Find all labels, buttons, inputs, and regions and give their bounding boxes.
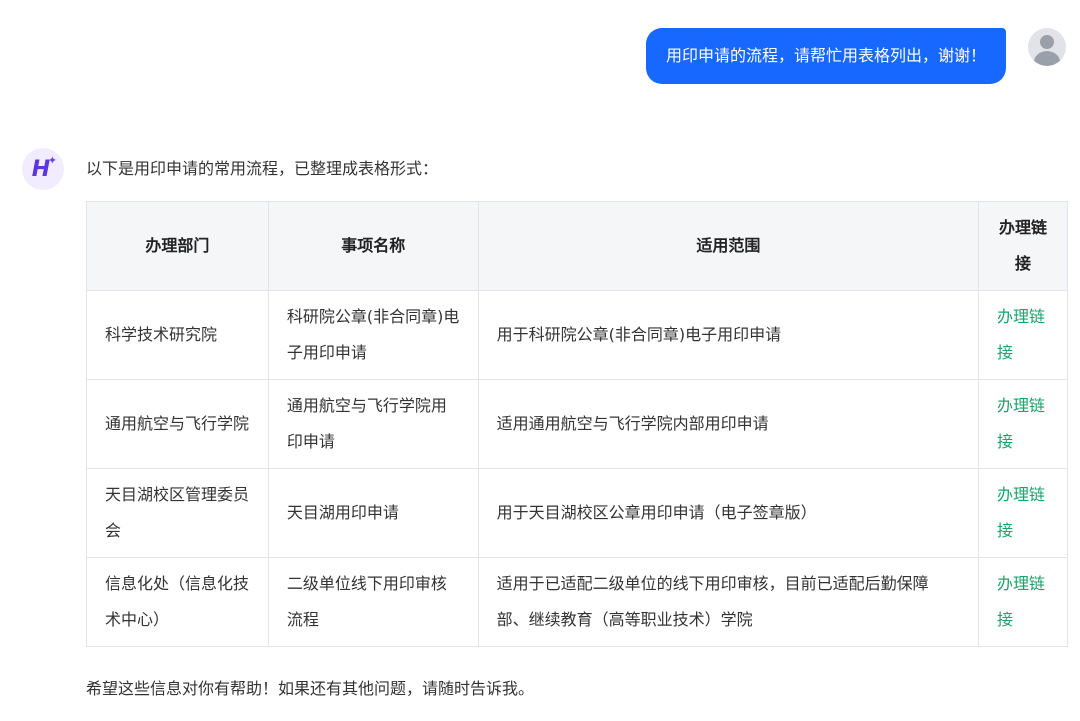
- table-row: 信息化处（信息化技术中心） 二级单位线下用印审核流程 适用于已适配二级单位的线下…: [86, 557, 1068, 647]
- assistant-closing-text: 希望这些信息对你有帮助！如果还有其他问题，请随时告诉我。: [86, 679, 535, 698]
- handle-link[interactable]: 办理链接: [997, 485, 1045, 540]
- cell-item-name: 通用航空与飞行学院用印申请: [267, 379, 479, 469]
- cell-link: 办理链接: [978, 379, 1068, 469]
- cell-link: 办理链接: [978, 468, 1068, 558]
- procedure-table: 办理部门 事项名称 适用范围 办理链接 科学技术研究院 科研院公章(非合同章)电…: [86, 201, 1068, 647]
- handle-link[interactable]: 办理链接: [997, 574, 1045, 629]
- table-row: 天目湖校区管理委员会 天目湖用印申请 用于天目湖校区公章用印申请（电子签章版） …: [86, 468, 1068, 558]
- handle-link[interactable]: 办理链接: [997, 396, 1045, 451]
- table-row: 通用航空与飞行学院 通用航空与飞行学院用印申请 适用通用航空与飞行学院内部用印申…: [86, 379, 1068, 469]
- user-message-bubble: 用印申请的流程，请帮忙用表格列出，谢谢！: [645, 28, 1006, 84]
- header-scope: 适用范围: [477, 201, 980, 291]
- cell-link: 办理链接: [978, 557, 1068, 647]
- avatar-head: [1040, 35, 1054, 49]
- chat-page: 用印申请的流程，请帮忙用表格列出，谢谢！ H ✦ 以下是用印申请的常用流程，已整…: [0, 0, 1080, 721]
- cell-scope: 用于科研院公章(非合同章)电子用印申请: [477, 290, 980, 380]
- header-department: 办理部门: [86, 201, 269, 291]
- cell-scope: 用于天目湖校区公章用印申请（电子签章版）: [477, 468, 980, 558]
- user-message-row: 用印申请的流程，请帮忙用表格列出，谢谢！: [645, 28, 1066, 84]
- cell-link: 办理链接: [978, 290, 1068, 380]
- cell-department: 通用航空与飞行学院: [86, 379, 269, 469]
- assistant-intro-text: 以下是用印申请的常用流程，已整理成表格形式：: [86, 159, 439, 178]
- header-item-name: 事项名称: [267, 201, 479, 291]
- sparkle-icon: ✦: [47, 154, 57, 167]
- cell-department: 信息化处（信息化技术中心）: [86, 557, 269, 647]
- assistant-logo-icon: H ✦: [22, 148, 64, 190]
- cell-scope: 适用于已适配二级单位的线下用印审核，目前已适配后勤保障部、继续教育（高等职业技术…: [477, 557, 980, 647]
- cell-item-name: 天目湖用印申请: [267, 468, 479, 558]
- cell-scope: 适用通用航空与飞行学院内部用印申请: [477, 379, 980, 469]
- avatar-body: [1034, 51, 1060, 66]
- cell-department: 天目湖校区管理委员会: [86, 468, 269, 558]
- table-row: 科学技术研究院 科研院公章(非合同章)电子用印申请 用于科研院公章(非合同章)电…: [86, 290, 1068, 380]
- user-avatar-icon[interactable]: [1028, 28, 1066, 66]
- header-link: 办理链接: [978, 201, 1068, 291]
- table-header-row: 办理部门 事项名称 适用范围 办理链接: [86, 201, 1068, 291]
- cell-item-name: 科研院公章(非合同章)电子用印申请: [267, 290, 479, 380]
- handle-link[interactable]: 办理链接: [997, 307, 1045, 362]
- cell-department: 科学技术研究院: [86, 290, 269, 380]
- cell-item-name: 二级单位线下用印审核流程: [267, 557, 479, 647]
